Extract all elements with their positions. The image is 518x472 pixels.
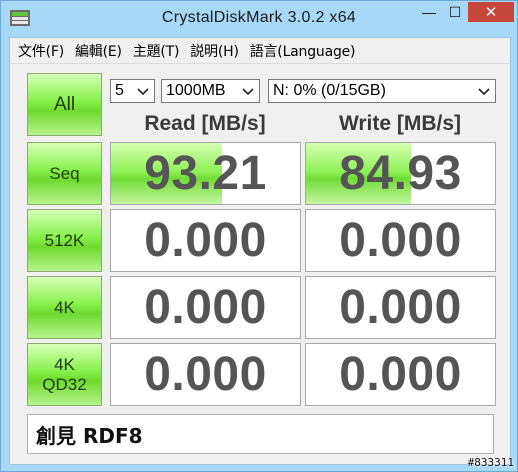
test-label: 4K <box>54 354 75 374</box>
maximize-button[interactable]: ☐ <box>442 2 468 22</box>
512k-read-result: 0.000 <box>110 209 301 272</box>
menu-bar: 文件(F) 編輯(E) 主題(T) 説明(H) 語言(Language) <box>10 38 510 64</box>
menu-edit[interactable]: 編輯(E) <box>75 41 122 61</box>
test-count-select[interactable]: 5 <box>110 79 155 103</box>
test-label: 512K <box>44 230 85 250</box>
4k-read-result: 0.000 <box>110 276 301 339</box>
chevron-down-icon <box>137 88 149 96</box>
seq-write-result: 84.93 <box>305 142 496 205</box>
read-column-header: Read [MB/s] <box>144 112 266 135</box>
test-size-select[interactable]: 1000MB <box>161 79 260 103</box>
title-bar[interactable]: CrystalDiskMark 3.0.2 x64 — ☐ ✕ <box>1 1 517 37</box>
4k-qd32-write-result: 0.000 <box>305 343 496 406</box>
menu-file[interactable]: 文件(F) <box>18 41 64 61</box>
seq-read-value: 93.21 <box>144 147 267 200</box>
4k-qd32-write-value: 0.000 <box>339 348 462 401</box>
menu-help[interactable]: 説明(H) <box>190 41 239 61</box>
client-area: 文件(F) 編輯(E) 主題(T) 説明(H) 語言(Language) All… <box>9 37 511 465</box>
4k-qd32-read-result: 0.000 <box>110 343 301 406</box>
run-all-button[interactable]: All <box>27 73 102 136</box>
512k-write-value: 0.000 <box>339 214 462 267</box>
chevron-down-icon <box>478 88 490 96</box>
4k-qd32-read-value: 0.000 <box>144 348 267 401</box>
4k-write-result: 0.000 <box>305 276 496 339</box>
close-button[interactable]: ✕ <box>468 2 514 22</box>
menu-language[interactable]: 語言(Language) <box>250 41 356 61</box>
seq-test-button[interactable]: Seq <box>27 142 102 205</box>
4k-write-value: 0.000 <box>339 281 462 334</box>
seq-write-value: 84.93 <box>339 147 462 200</box>
write-column-header: Write [MB/s] <box>338 112 462 135</box>
test-label: 4K <box>54 297 75 317</box>
app-window: CrystalDiskMark 3.0.2 x64 — ☐ ✕ 文件(F) 編輯… <box>0 0 518 472</box>
test-size-value: 1000MB <box>166 82 226 99</box>
4k-test-button[interactable]: 4K <box>27 276 102 339</box>
minimize-button[interactable]: — <box>416 2 442 22</box>
seq-read-result: 93.21 <box>110 142 301 205</box>
drive-value: N: 0% (0/15GB) <box>273 82 386 99</box>
test-label-line2: QD32 <box>42 374 87 394</box>
watermark-text: #833311 <box>467 456 514 469</box>
comment-field[interactable]: 創見 RDF8 <box>27 414 494 454</box>
512k-write-result: 0.000 <box>305 209 496 272</box>
test-count-value: 5 <box>115 82 124 99</box>
4k-read-value: 0.000 <box>144 281 267 334</box>
512k-test-button[interactable]: 512K <box>27 209 102 272</box>
menu-theme[interactable]: 主題(T) <box>133 41 180 61</box>
drive-select[interactable]: N: 0% (0/15GB) <box>268 79 496 103</box>
4k-qd32-test-button[interactable]: 4K QD32 <box>27 343 102 406</box>
chevron-down-icon <box>242 88 254 96</box>
512k-read-value: 0.000 <box>144 214 267 267</box>
test-label: Seq <box>49 163 80 183</box>
